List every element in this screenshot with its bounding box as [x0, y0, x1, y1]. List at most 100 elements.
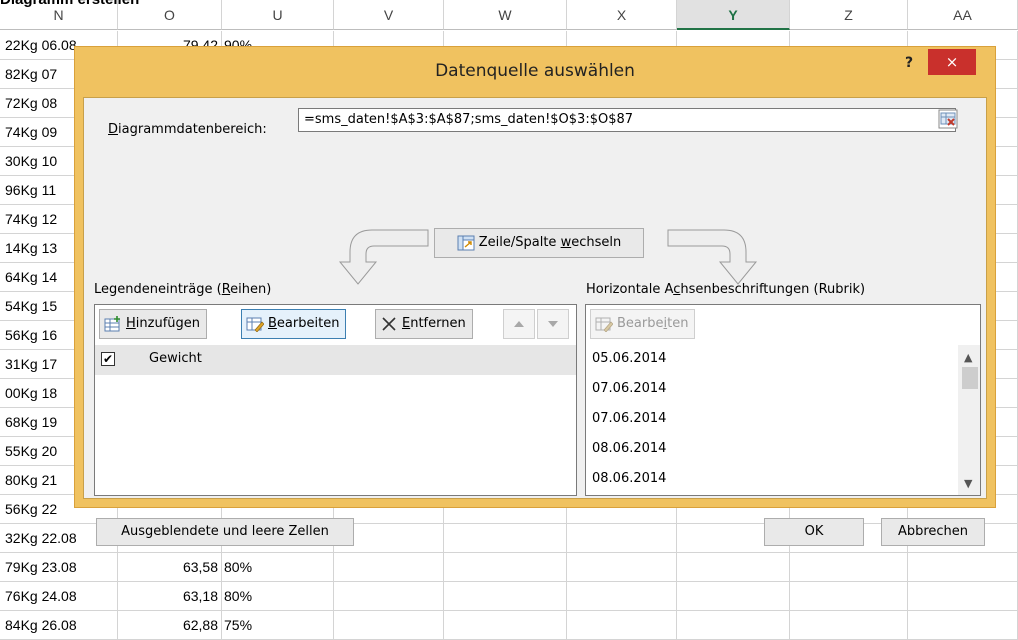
- cell-v[interactable]: [334, 611, 444, 639]
- series-checkbox[interactable]: ✔: [101, 352, 115, 366]
- remove-label-rest: ntfernen: [410, 316, 466, 331]
- cell-z[interactable]: [790, 611, 908, 639]
- arrow-up-icon: [514, 320, 524, 327]
- edit-series-button[interactable]: Bearbeiten: [241, 309, 347, 339]
- cell-v[interactable]: [334, 582, 444, 610]
- column-header-bar: N O U V W X Y Z AA: [0, 0, 1018, 30]
- switch-row-column-button[interactable]: Zeile/Spalte wechseln: [434, 228, 644, 258]
- chart-data-range-input[interactable]: =sms_daten!$A$3:$A$87;sms_daten!$O$3:$O$…: [298, 108, 956, 132]
- legend-label-accel: R: [221, 282, 231, 297]
- column-header-y[interactable]: Y: [677, 0, 790, 30]
- cell-z[interactable]: [790, 553, 908, 581]
- edit-label-accel: B: [268, 316, 277, 331]
- remove-series-button[interactable]: Entfernen: [375, 309, 473, 339]
- scroll-down-icon[interactable]: ▼: [964, 477, 972, 490]
- cell-x[interactable]: [567, 553, 677, 581]
- swap-label-post: echseln: [571, 235, 622, 250]
- column-header-w[interactable]: W: [444, 0, 567, 30]
- switch-row-column-icon: [457, 235, 475, 250]
- category-item[interactable]: 08.06.2014: [592, 441, 666, 456]
- add-series-icon: [104, 315, 120, 331]
- range-picker-icon[interactable]: [938, 109, 958, 129]
- column-header-z[interactable]: Z: [790, 0, 908, 30]
- axis-edit-post: ten: [667, 316, 689, 331]
- dialog-titlebar[interactable]: Datenquelle auswählen ? ×: [75, 47, 995, 93]
- legend-entries-label: Legendeneinträge (Reihen): [94, 282, 271, 297]
- cancel-button[interactable]: Abbrechen: [881, 518, 985, 546]
- help-button[interactable]: ?: [899, 55, 919, 77]
- cell-x[interactable]: [567, 611, 677, 639]
- sheet-row: 76Kg 24.08 63,18 80%: [0, 582, 1018, 611]
- chart-data-range-label: Diagrammdatenbereich:: [108, 122, 267, 137]
- cell-z[interactable]: [790, 582, 908, 610]
- swap-label-pre: Zeile/Spalte: [478, 235, 561, 250]
- scroll-up-icon[interactable]: ▲: [964, 351, 972, 364]
- cell-y[interactable]: [677, 582, 790, 610]
- dialog-title: Datenquelle auswählen: [435, 61, 635, 81]
- remove-icon: [382, 316, 396, 331]
- sheet-title: Diagramm erstellen: [0, 0, 139, 8]
- category-scrollbar[interactable]: ▲ ▼: [958, 345, 980, 495]
- column-header-aa[interactable]: AA: [908, 0, 1018, 30]
- add-series-button[interactable]: Hinzufügen: [99, 309, 208, 339]
- cell-o[interactable]: 62,88: [118, 611, 222, 639]
- cell-u[interactable]: 75%: [222, 611, 334, 639]
- cell-u[interactable]: 80%: [222, 553, 334, 581]
- sheet-row: 79Kg 23.08 63,58 80%: [0, 553, 1018, 582]
- cell-n[interactable]: 79Kg 23.08: [0, 553, 118, 581]
- axis-edit-pre: Bearbe: [617, 316, 664, 331]
- axis-labels-label: Horizontale Achsenbeschriftungen (Rubrik…: [586, 282, 865, 297]
- cell-w[interactable]: [444, 582, 567, 610]
- cell-aa[interactable]: [908, 611, 1018, 639]
- axis-label-post: hsenbeschriftungen (Rubrik): [680, 282, 866, 297]
- move-up-button[interactable]: [503, 309, 535, 339]
- cell-aa[interactable]: [908, 553, 1018, 581]
- edit-label-rest: earbeiten: [276, 316, 340, 331]
- edit-axis-labels-button[interactable]: Bearbeiten: [590, 309, 696, 339]
- cell-o[interactable]: 63,58: [118, 553, 222, 581]
- cell-n[interactable]: 84Kg 26.08: [0, 611, 118, 639]
- close-button[interactable]: ×: [928, 49, 976, 75]
- swap-label-accel: w: [560, 235, 572, 250]
- cell-y[interactable]: [677, 611, 790, 639]
- category-list[interactable]: 05.06.2014 07.06.2014 07.06.2014 08.06.2…: [586, 345, 956, 495]
- ok-button[interactable]: OK: [764, 518, 864, 546]
- range-label-text: iagrammdatenbereich:: [118, 122, 267, 137]
- cell-n[interactable]: 76Kg 24.08: [0, 582, 118, 610]
- category-item[interactable]: 05.06.2014: [592, 351, 666, 366]
- cell-y[interactable]: [677, 553, 790, 581]
- cell-w[interactable]: [444, 553, 567, 581]
- cell-w[interactable]: [444, 611, 567, 639]
- category-item[interactable]: 07.06.2014: [592, 381, 666, 396]
- series-name: Gewicht: [149, 351, 202, 366]
- edit-series-icon: [246, 317, 264, 332]
- cell-u[interactable]: 80%: [222, 582, 334, 610]
- category-item[interactable]: 07.06.2014: [592, 411, 666, 426]
- column-header-v[interactable]: V: [334, 0, 444, 30]
- arrow-down-icon: [548, 320, 558, 327]
- category-item[interactable]: 08.06.2014: [592, 471, 666, 486]
- scrollbar-thumb[interactable]: [962, 367, 978, 389]
- cell-x[interactable]: [567, 524, 677, 552]
- move-down-button[interactable]: [537, 309, 569, 339]
- dialog-body: Diagrammdatenbereich: =sms_daten!$A$3:$A…: [83, 97, 987, 546]
- axis-labels-panel: Bearbeiten 05.06.2014 07.06.2014 07.06.2…: [585, 304, 981, 496]
- add-label-rest: inzufügen: [135, 316, 201, 331]
- column-header-x[interactable]: X: [567, 0, 677, 30]
- hidden-empty-cells-button[interactable]: Ausgeblendete und leere Zellen: [96, 518, 354, 546]
- swap-arrow-right-icon: [667, 229, 758, 285]
- legend-label-post: eihen): [230, 282, 272, 297]
- series-list-item[interactable]: ✔ Gewicht: [95, 345, 576, 375]
- cell-v[interactable]: [334, 553, 444, 581]
- edit-axis-icon: [595, 317, 613, 332]
- legend-label-pre: Legendeneinträge (: [94, 282, 222, 297]
- add-label-accel: H: [126, 316, 136, 331]
- cell-aa[interactable]: [908, 582, 1018, 610]
- cell-o[interactable]: 63,18: [118, 582, 222, 610]
- column-header-u[interactable]: U: [222, 0, 334, 30]
- cell-x[interactable]: [567, 582, 677, 610]
- sheet-row: 84Kg 26.08 62,88 75%: [0, 611, 1018, 640]
- cell-w[interactable]: [444, 524, 567, 552]
- range-label-accel: D: [108, 122, 119, 137]
- axis-label-pre: Horizontale A: [586, 282, 674, 297]
